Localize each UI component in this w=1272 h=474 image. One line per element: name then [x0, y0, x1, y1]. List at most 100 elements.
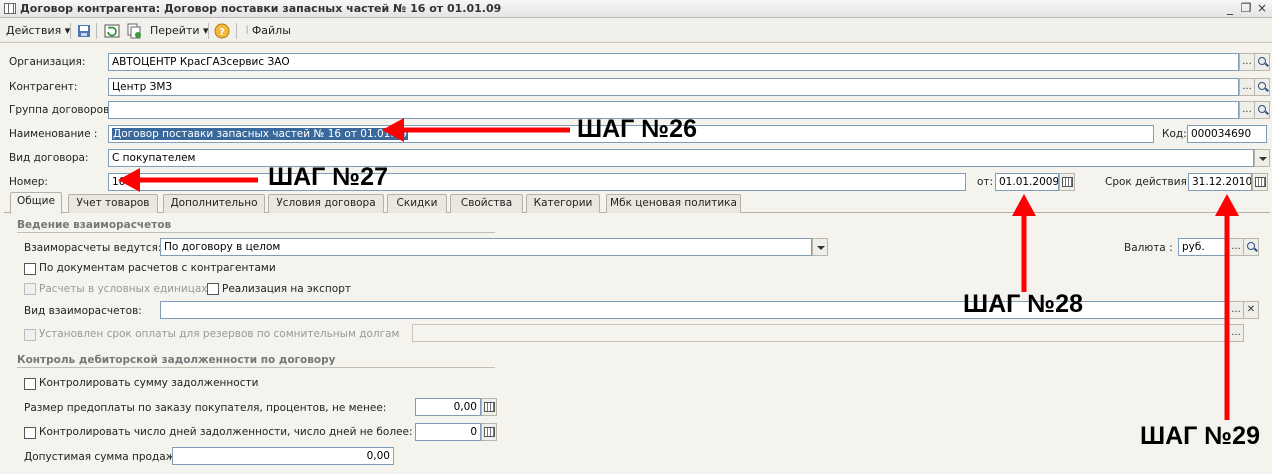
reserve-term-field[interactable] — [412, 324, 1228, 342]
tab-0[interactable]: Общие — [10, 192, 62, 214]
currency-field[interactable]: руб. — [1178, 238, 1228, 256]
save-close-icon[interactable] — [76, 23, 92, 39]
group-divider — [17, 367, 495, 368]
contract-group-select-button[interactable]: ... — [1239, 101, 1255, 119]
counterparty-label: Контрагент: — [9, 81, 78, 93]
contract-type-label: Вид договора: — [9, 152, 89, 164]
export-checkbox[interactable] — [207, 283, 219, 295]
settlement-kind-label: Вид взаиморасчетов: — [24, 305, 142, 317]
search-icon — [1258, 82, 1266, 90]
currency-select-button[interactable]: ... — [1228, 238, 1244, 256]
currency-search-button[interactable] — [1243, 238, 1259, 256]
toolbar-separator — [70, 23, 71, 39]
allowed-sum-label: Допустимая сумма продаж: — [24, 451, 179, 463]
organization-label: Организация: — [9, 56, 86, 68]
goto-menu[interactable]: Перейти ▾ — [150, 23, 209, 39]
window-title: Договор контрагента: Договор поставки за… — [20, 2, 502, 15]
control-days-calculator-button[interactable] — [481, 423, 497, 441]
copy-icon[interactable] — [126, 23, 142, 39]
files-button[interactable]: ⦚ Файлы — [246, 23, 291, 39]
restore-button[interactable]: ❐ — [1238, 1, 1254, 16]
group-divider — [17, 232, 495, 233]
number-label: Номер: — [9, 176, 48, 188]
date-from-field[interactable]: 01.01.2009 — [995, 173, 1059, 191]
export-label: Реализация на экспорт — [222, 283, 351, 295]
code-label: Код: — [1162, 128, 1187, 140]
calculator-icon — [484, 427, 495, 437]
paperclip-icon: ⦚ — [246, 24, 249, 37]
by-docs-checkbox[interactable] — [24, 263, 36, 275]
code-field[interactable]: 000034690 — [1187, 125, 1267, 143]
reserve-term-select-button[interactable]: ... — [1228, 324, 1244, 342]
number-field[interactable]: 16 — [108, 173, 966, 191]
conventional-units-checkbox[interactable] — [24, 283, 36, 295]
tab-5[interactable]: Свойства — [450, 194, 523, 213]
control-sum-label: Контролировать сумму задолженности — [39, 377, 259, 389]
search-icon — [1258, 57, 1266, 65]
conventional-units-label: Расчеты в условных единицах — [39, 283, 208, 295]
window-icon — [4, 3, 16, 14]
close-button[interactable]: × — [1254, 1, 1270, 16]
control-days-label: Контролировать число дней задолженности,… — [39, 426, 413, 438]
contract-group-search-button[interactable] — [1254, 101, 1270, 119]
step-27-label: ШАГ №27 — [268, 163, 388, 191]
settlements-label: Взаиморасчеты ведутся: — [24, 242, 162, 254]
valid-until-field[interactable]: 31.12.2010 — [1188, 173, 1252, 191]
organization-field[interactable]: АВТОЦЕНТР КрасГАЗсервис ЗАО — [108, 53, 1239, 71]
calculator-icon — [484, 402, 495, 412]
counterparty-select-button[interactable]: ... — [1239, 78, 1255, 96]
calendar-icon — [1062, 177, 1073, 187]
date-from-label: от: — [977, 176, 994, 188]
valid-until-label: Срок действия: — [1105, 176, 1191, 188]
prepay-label: Размер предоплаты по заказу покупателя, … — [24, 402, 387, 414]
contract-type-dropdown-button[interactable] — [1254, 149, 1270, 167]
by-docs-label: По документам расчетов с контрагентами — [39, 262, 276, 274]
organization-search-button[interactable] — [1254, 53, 1270, 71]
prepay-calculator-button[interactable] — [481, 398, 497, 416]
counterparty-field[interactable]: Центр ЗМЗ — [108, 78, 1239, 96]
step-29-label: ШАГ №29 — [1140, 422, 1260, 450]
control-days-checkbox[interactable] — [24, 427, 36, 439]
control-days-field[interactable]: 0 — [415, 423, 481, 441]
name-value: Договор поставки запасных частей № 16 от… — [112, 128, 409, 140]
toolbar: Действия ▾ Перейти ▾ ? ⦚ Файлы — [0, 19, 1272, 43]
title-bar: Договор контрагента: Договор поставки за… — [0, 0, 1272, 18]
clear-icon[interactable]: ✕ — [1243, 301, 1259, 319]
tab-1[interactable]: Учет товаров — [68, 194, 158, 213]
counterparty-search-button[interactable] — [1254, 78, 1270, 96]
valid-until-calendar-button[interactable] — [1252, 173, 1268, 191]
step-26-label: ШАГ №26 — [577, 115, 697, 143]
tab-3[interactable]: Условия договора — [268, 194, 384, 213]
tab-4[interactable]: Скидки — [387, 194, 447, 213]
organization-select-button[interactable]: ... — [1239, 53, 1255, 71]
help-glyph: ? — [219, 27, 225, 38]
toolbar-separator — [96, 23, 97, 39]
actions-label: Действия — [6, 24, 62, 37]
goto-label: Перейти — [150, 24, 200, 37]
search-icon — [1247, 242, 1255, 250]
files-label: Файлы — [251, 24, 291, 37]
actions-menu[interactable]: Действия ▾ — [6, 23, 70, 39]
tab-2[interactable]: Дополнительно — [163, 194, 265, 213]
calendar-icon — [1255, 177, 1266, 187]
tab-7[interactable]: Мбк ценовая политика — [606, 194, 741, 213]
date-from-calendar-button[interactable] — [1059, 173, 1075, 191]
settlement-kind-select-button[interactable]: ... — [1228, 301, 1244, 319]
settlements-field[interactable]: По договору в целом — [160, 238, 812, 256]
name-label: Наименование : — [9, 128, 98, 140]
refresh-icon[interactable] — [104, 23, 120, 39]
reserve-term-checkbox[interactable] — [24, 329, 36, 341]
search-icon — [1258, 105, 1266, 113]
debt-group-title: Контроль дебиторской задолженности по до… — [17, 354, 336, 366]
currency-label: Валюта : — [1124, 242, 1173, 254]
minimize-button[interactable]: _ — [1222, 1, 1238, 16]
reserve-term-label: Установлен срок оплаты для резервов по с… — [39, 328, 400, 340]
settlements-dropdown-button[interactable] — [812, 238, 828, 256]
tab-6[interactable]: Категории — [526, 194, 600, 213]
help-icon[interactable]: ? — [214, 23, 230, 39]
toolbar-separator — [236, 23, 237, 39]
step-28-label: ШАГ №28 — [963, 290, 1083, 318]
prepay-field[interactable]: 0,00 — [415, 398, 481, 416]
control-sum-checkbox[interactable] — [24, 378, 36, 390]
allowed-sum-field[interactable]: 0,00 — [172, 447, 394, 465]
